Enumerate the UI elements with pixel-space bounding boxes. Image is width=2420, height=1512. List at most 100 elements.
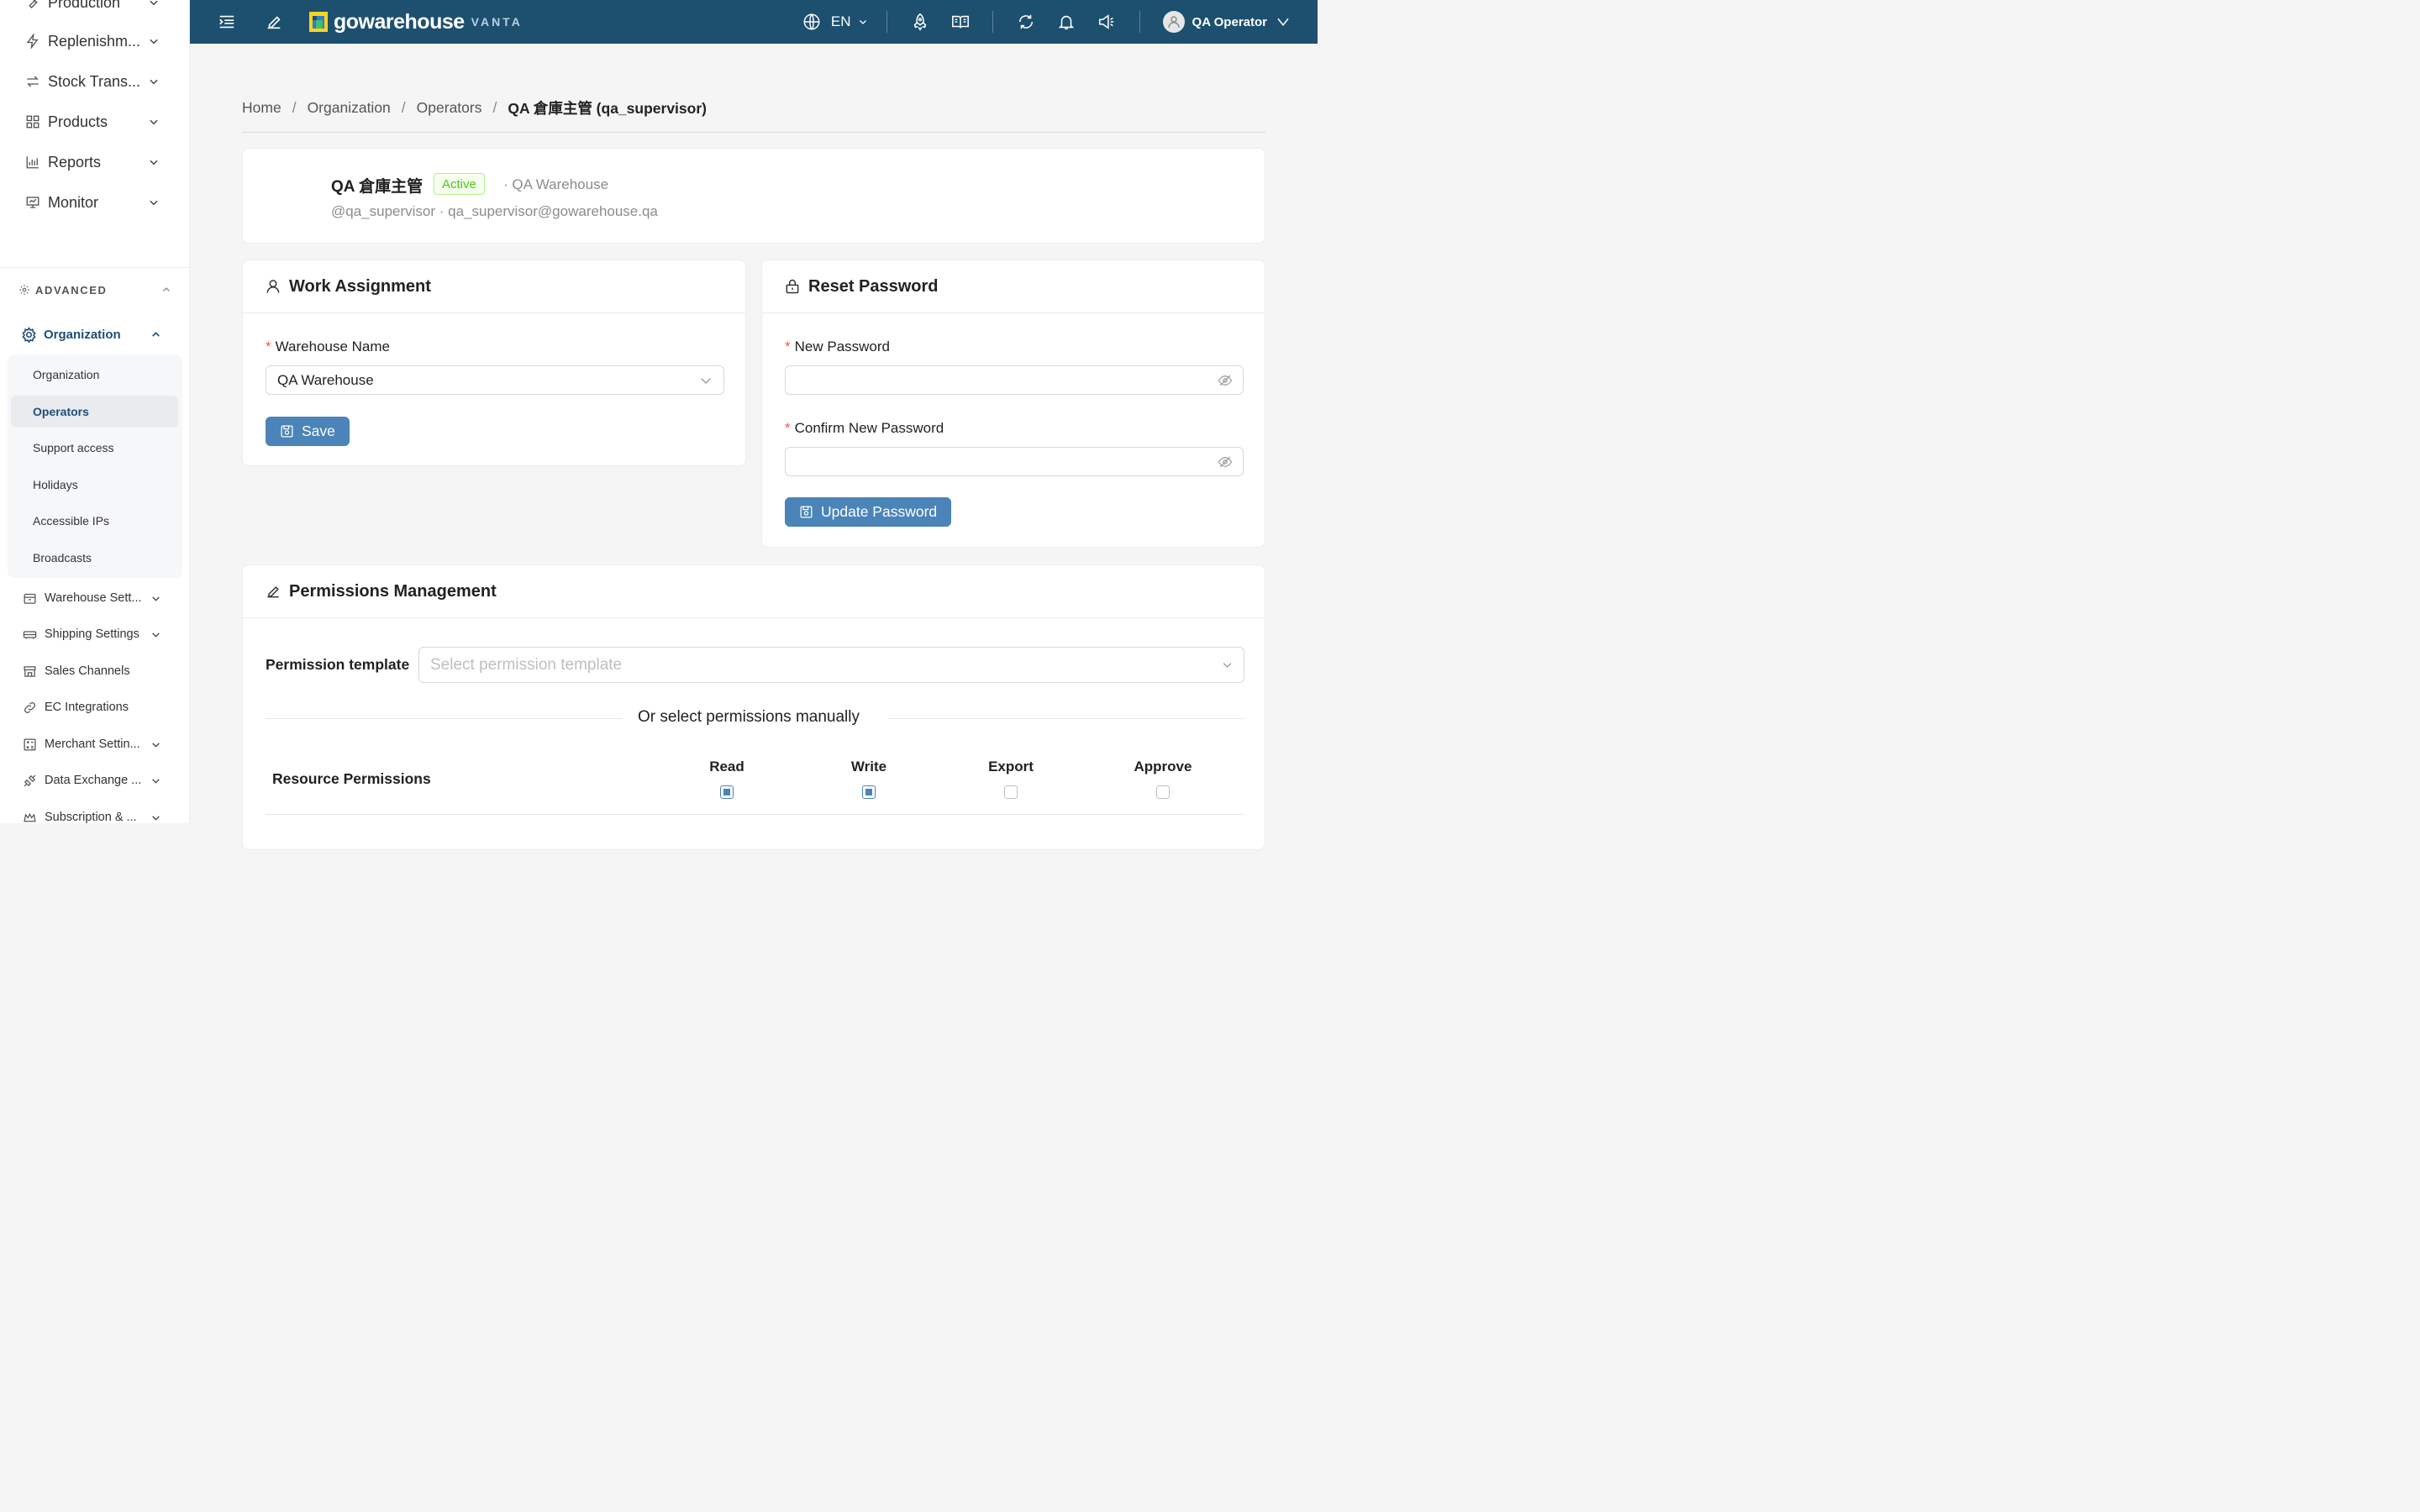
sidebar-item-reports[interactable]: Reports: [0, 145, 189, 179]
checkbox-write-all[interactable]: [862, 785, 876, 799]
table-header-divider: [266, 814, 1244, 815]
sidebar-item-merchant-settings[interactable]: Merchant Settin...: [0, 729, 189, 759]
sidebar-item-label: Organization: [44, 327, 121, 342]
save-button-label: Save: [302, 423, 335, 439]
chevron-down-icon: [859, 20, 866, 24]
sidebar-item-stock-transfer[interactable]: Stock Trans...: [0, 65, 189, 98]
sidebar-section-advanced[interactable]: ADVANCED: [0, 269, 189, 311]
brand-tag: VANTA: [471, 15, 523, 29]
breadcrumb-home[interactable]: Home: [242, 99, 281, 117]
truck-icon: [23, 630, 37, 638]
chevron-down-icon: [150, 200, 158, 206]
sidebar-subitem-broadcasts[interactable]: Broadcasts: [11, 542, 178, 574]
chevron-down-icon: [150, 119, 158, 125]
checkbox-approve-all[interactable]: [1156, 785, 1170, 799]
operator-contact: @qa_supervisor · qa_supervisor@gowarehou…: [331, 203, 658, 219]
confirm-password-label: * Confirm New Password: [785, 420, 944, 436]
permission-template-select[interactable]: Select permission template: [418, 647, 1244, 683]
sidebar-item-organization[interactable]: Organization: [0, 318, 189, 351]
top-bar: gowarehouse VANTA EN QA Operator: [190, 0, 1318, 44]
sidebar-section-label: ADVANCED: [35, 283, 108, 297]
user-icon: [1167, 16, 1180, 28]
card-title: Work Assignment: [289, 276, 431, 296]
language-label: EN: [830, 13, 851, 29]
save-button[interactable]: Save: [266, 417, 350, 446]
menu-fold-icon[interactable]: [218, 13, 236, 31]
sidebar-item-products[interactable]: Products: [0, 105, 189, 139]
lightning-icon: [26, 34, 39, 49]
sidebar-subitem-accessible-ips[interactable]: Accessible IPs: [11, 505, 178, 537]
sidebar-item-subscription[interactable]: Subscription & ...: [0, 802, 189, 823]
chevron-down-icon: [150, 39, 158, 45]
grid-icon: [26, 115, 39, 129]
field-label-text: Warehouse Name: [275, 339, 390, 354]
checkbox-export-all[interactable]: [1004, 785, 1018, 799]
eye-invisible-icon[interactable]: [1218, 454, 1233, 470]
user-icon: [266, 280, 280, 293]
field-label-text: Confirm New Password: [794, 420, 944, 436]
divider-line: [266, 718, 623, 719]
sidebar-item-sales-channels[interactable]: Sales Channels: [0, 656, 189, 686]
sidebar-item-warehouse-settings[interactable]: Warehouse Sett...: [0, 583, 189, 613]
brand-logo[interactable]: gowarehouse VANTA: [308, 10, 523, 34]
status-badge: Active: [434, 173, 485, 195]
store-icon: [24, 665, 36, 677]
sidebar-item-shipping-settings[interactable]: Shipping Settings: [0, 619, 189, 649]
sidebar-item-label: Data Exchange ...: [45, 774, 142, 787]
sidebar-item-label: Shipping Settings: [45, 627, 139, 641]
card-title: Permissions Management: [289, 581, 497, 601]
edit-icon[interactable]: [265, 13, 283, 31]
sidebar-item-replenishment[interactable]: Replenishm...: [0, 24, 189, 58]
refresh-icon[interactable]: [1017, 13, 1035, 31]
warehouse-name-label: * Warehouse Name: [266, 339, 390, 354]
megaphone-icon[interactable]: [1097, 13, 1116, 31]
chevron-down-icon: [152, 742, 160, 748]
breadcrumb-organization[interactable]: Organization: [308, 99, 391, 117]
sidebar-subitem-holidays[interactable]: Holidays: [11, 469, 178, 501]
sidebar-item-label: Subscription & ...: [45, 811, 137, 823]
sidebar-item-data-exchange[interactable]: Data Exchange ...: [0, 765, 189, 795]
breadcrumb-operators[interactable]: Operators: [417, 99, 482, 117]
permissions-card: Permissions Management Permission templa…: [242, 564, 1265, 850]
new-password-input[interactable]: [785, 365, 1244, 395]
gear-icon: [19, 285, 29, 295]
rocket-icon[interactable]: [911, 13, 929, 31]
sidebar-subitem-operators[interactable]: Operators: [11, 396, 178, 428]
column-header-approve: Approve: [1134, 759, 1192, 774]
sidebar-item-label: EC Integrations: [45, 701, 129, 714]
topbar-actions: EN QA Operator: [802, 11, 1318, 33]
permission-template-label: Permission template: [266, 656, 410, 673]
user-menu[interactable]: QA Operator: [1162, 11, 1291, 33]
bell-icon[interactable]: [1057, 13, 1076, 31]
eye-invisible-icon[interactable]: [1218, 373, 1233, 388]
sidebar-item-monitor[interactable]: Monitor: [0, 186, 189, 219]
profile-card: QA 倉庫主管 Active · QA Warehouse @qa_superv…: [242, 148, 1265, 244]
update-password-label: Update Password: [821, 503, 938, 520]
breadcrumb-separator: /: [292, 99, 297, 116]
api-icon: [24, 774, 36, 786]
sidebar-subitem-organization[interactable]: Organization: [11, 359, 178, 391]
reset-password-card: Reset Password * New Password * Confirm Ne…: [761, 260, 1265, 548]
warehouse-select[interactable]: QA Warehouse: [266, 365, 724, 395]
chevron-down-icon: [152, 632, 160, 638]
confirm-password-input[interactable]: [785, 447, 1244, 476]
monitor-icon: [26, 197, 39, 208]
sidebar-item-label: Warehouse Sett...: [45, 591, 142, 605]
language-selector[interactable]: EN: [802, 13, 868, 31]
calculator-icon: [24, 738, 36, 751]
work-assignment-card: Work Assignment * Warehouse Name QA Wareh…: [242, 260, 746, 466]
sidebar-divider: [0, 267, 189, 268]
crown-icon: [24, 812, 36, 822]
checkbox-read-all[interactable]: [720, 785, 734, 799]
update-password-button[interactable]: Update Password: [785, 497, 952, 527]
sidebar-item-ec-integrations[interactable]: EC Integrations: [0, 692, 189, 722]
brand-name: gowarehouse: [334, 9, 465, 34]
sidebar-item-production[interactable]: Production: [0, 0, 189, 19]
book-icon[interactable]: [951, 13, 970, 31]
sidebar-subitem-support-access[interactable]: Support access: [11, 432, 178, 464]
column-header-write: Write: [850, 759, 887, 774]
breadcrumb-divider: [242, 132, 1265, 133]
chevron-down-icon: [150, 160, 158, 165]
save-icon: [281, 425, 293, 438]
card-title: Reset Password: [808, 276, 939, 296]
